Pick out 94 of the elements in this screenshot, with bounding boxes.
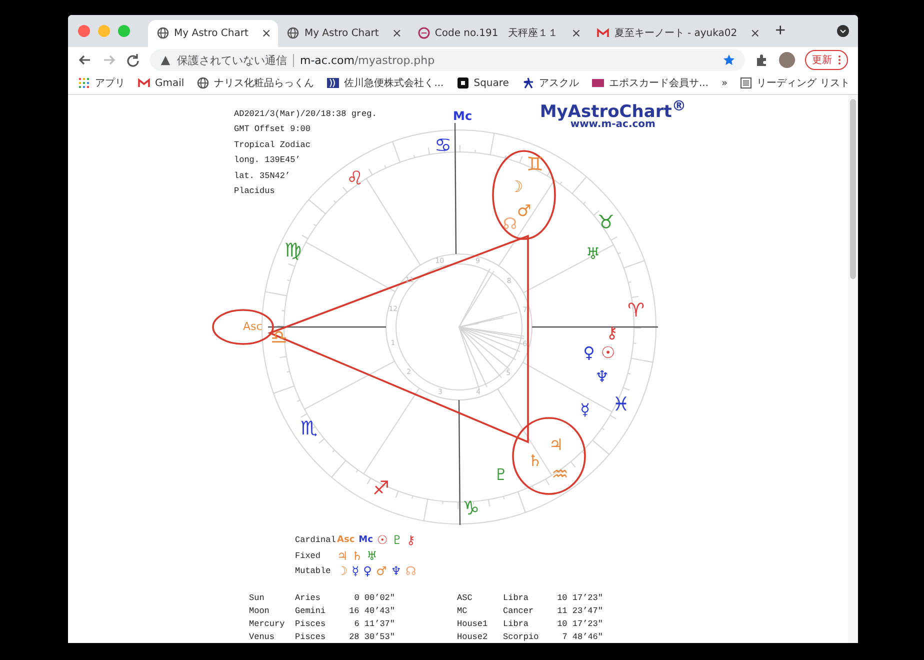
legend-symbol: ☿ <box>352 565 360 578</box>
legend-symbol: Asc <box>337 536 355 545</box>
planet-glyph: ☊ <box>502 216 518 232</box>
zodiac-sign-glyph: ♍ <box>284 241 302 260</box>
browser-tab[interactable]: My Astro Chart × <box>278 20 409 47</box>
planet-glyph: ♆ <box>594 368 610 385</box>
browser-tab[interactable]: 夏至キーノート - ayuka02 × <box>588 20 768 47</box>
url-text: m-ac.com/myastrop.php <box>300 54 435 67</box>
bookmark-link[interactable]: エポスカード会員サ... <box>592 76 708 90</box>
legend-symbol: ♅ <box>366 550 378 562</box>
browser-tab[interactable]: My Astro Chart × <box>148 20 278 47</box>
sign-name: Gemini <box>295 606 327 616</box>
security-label: 保護されていない通信 <box>177 52 287 68</box>
body-name: Moon <box>249 606 270 616</box>
degree-value: 7 48’46" <box>561 632 603 642</box>
planet-glyph: ☿ <box>580 402 590 418</box>
bookmark-link[interactable]: アプリ <box>78 76 125 90</box>
degree-value: 28 30’53" <box>348 632 395 642</box>
chart-info-text: AD2021/3(Mar)/20/18:38 greg. <box>234 108 377 121</box>
asc-label: Asc <box>243 320 262 333</box>
legend-label: Fixed <box>295 550 322 561</box>
chart-info-text: Placidus <box>234 185 275 198</box>
sign-name: Cancer <box>503 606 535 616</box>
sign-name: Libra <box>503 618 530 629</box>
legend-symbol: ♀ <box>363 565 372 578</box>
legend-symbol: ☊ <box>405 565 416 578</box>
body-name: MC <box>457 606 468 616</box>
zodiac-sign-glyph: ♋ <box>434 136 452 156</box>
sign-name: Pisces <box>295 618 327 629</box>
body-name: Sun <box>249 592 266 603</box>
bookmark-link[interactable]: Square <box>456 77 509 90</box>
mc-label: Mc <box>453 108 472 123</box>
zodiac-sign-glyph: ♓ <box>612 395 630 414</box>
planet-glyph: ♇ <box>494 466 508 483</box>
sign-name: Pisces <box>295 632 327 642</box>
degree-value: 10 17’23" <box>556 618 603 629</box>
close-button[interactable]: × <box>571 26 582 40</box>
legend-symbol: ☉ <box>376 534 388 546</box>
reading-list-button[interactable]: リーディング リスト <box>740 76 850 90</box>
bookmark-link[interactable]: 佐川急便株式会社く... <box>327 76 444 90</box>
planet-glyph: ☉ <box>600 344 616 361</box>
bookmark-link[interactable]: Gmail <box>138 77 184 90</box>
body-name: House1 <box>457 618 489 629</box>
legend-symbol: ⚷ <box>406 534 416 546</box>
zodiac-sign-glyph: ♏ <box>300 419 318 438</box>
degree-value: 10 17’23" <box>556 592 603 603</box>
sign-name: Scorpio <box>503 632 540 642</box>
bookmark-link[interactable]: ナリス化粧品らっくん <box>197 76 314 90</box>
zodiac-sign-glyph: ♊ <box>526 155 544 174</box>
more-bookmarks-button[interactable]: » <box>722 78 728 89</box>
legend-symbol: ♇ <box>392 534 402 546</box>
degree-value: 0 00’02" <box>353 592 395 603</box>
degree-value: 6 11’37" <box>353 618 395 629</box>
legend-symbol: ♄ <box>352 550 363 562</box>
zodiac-sign-glyph: ♐ <box>372 479 390 498</box>
degree-value: 11 23’47" <box>556 606 603 616</box>
browser-tab[interactable]: Code no.191 天秤座１１ × <box>408 20 588 47</box>
body-name: Mercury <box>249 618 286 629</box>
zodiac-sign-glyph: ♈ <box>627 301 645 320</box>
new-tab-button[interactable]: + <box>767 20 794 42</box>
planet-glyph: ⚷ <box>606 324 618 341</box>
chart-info-text: GMT Offset 9:00 <box>234 123 311 136</box>
planet-glyph: ☽ <box>508 178 524 195</box>
planet-glyph: ♄ <box>528 452 542 469</box>
legend-symbol: ♃ <box>337 550 348 562</box>
planet-glyph: ♂ <box>516 202 532 219</box>
legend-symbol: ♆ <box>390 565 402 578</box>
zodiac-sign-glyph: ♑ <box>462 499 480 518</box>
planet-glyph: ♅ <box>586 246 600 262</box>
close-button[interactable]: × <box>392 26 402 40</box>
zodiac-sign-glyph: ♉ <box>597 213 615 232</box>
planet-glyph: ♀ <box>583 344 595 361</box>
close-button[interactable]: × <box>261 26 272 40</box>
body-name: ASC <box>457 592 474 603</box>
zodiac-sign-glyph: ♌ <box>346 169 364 188</box>
sign-name: Aries <box>295 592 322 603</box>
update-button[interactable]: 更新 <box>805 50 848 70</box>
legend-label: Cardinal <box>295 535 333 546</box>
sign-name: Libra <box>503 592 530 603</box>
zodiac-sign-glyph: ♒ <box>551 465 569 484</box>
body-name: House2 <box>457 632 489 642</box>
degree-value: 16 40’43" <box>348 606 395 616</box>
chart-info-text: lat. 35N42’ <box>234 170 290 183</box>
close-button[interactable]: × <box>750 26 760 40</box>
legend-symbol: ♂ <box>376 565 387 578</box>
legend-symbol: ☽ <box>337 565 348 578</box>
legend-label: Mutable <box>295 566 332 576</box>
body-name: Venus <box>249 632 276 642</box>
planet-glyph: ♃ <box>548 436 564 453</box>
chart-info-text: long. 139E45’ <box>234 154 300 168</box>
chart-info-text: Tropical Zodiac <box>234 138 311 152</box>
address-bar[interactable]: 保護されていない通信 m-ac.com/myastrop.php <box>150 49 745 72</box>
bookmark-link[interactable]: アスクル <box>522 76 579 90</box>
legend-symbol: Mc <box>358 536 373 545</box>
